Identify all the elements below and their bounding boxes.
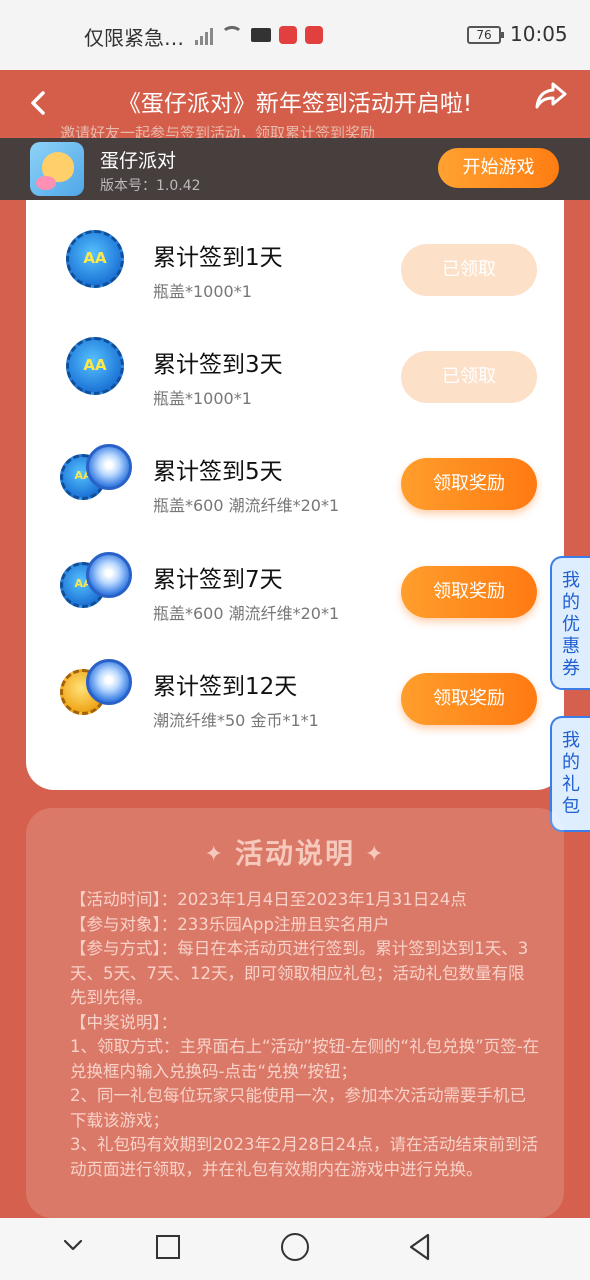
tab-char: 包 (562, 796, 580, 817)
description-line: 【参与对象】：233乐园App注册且实名用户 (70, 914, 390, 934)
tab-char: 券 (562, 658, 580, 679)
claimed-button[interactable]: 已领取 (401, 351, 537, 403)
app-version: 版本号：1.0.42 (100, 178, 201, 194)
description-body: 【活动时间】：2023年1月4日至2023年1月31日24点 【参与对象】：23… (70, 888, 540, 1182)
bottle-cap-and-fiber-icon: AA (60, 550, 132, 614)
claim-reward-button[interactable]: 领取奖励 (401, 673, 537, 725)
description-line: 【参与方式】：每日在本活动页进行签到。累计签到达到1天、3天、5天、7天、12天… (70, 939, 529, 1007)
reward-desc: 瓶盖*600 潮流纤维*20*1 (153, 604, 340, 623)
reward-card: AA 累计签到1天 瓶盖*1000*1 已领取 AA 累计签到3天 瓶盖*100… (26, 200, 564, 790)
battery-indicator: 76 (467, 26, 504, 44)
share-icon[interactable] (534, 80, 568, 110)
tab-char: 礼 (562, 774, 580, 795)
description-heading: ✦ 活动说明 ✦ (204, 837, 386, 870)
home-circle-icon[interactable] (281, 1233, 309, 1261)
reward-row-day12: 累计签到12天 潮流纤维*50 金币*1*1 领取奖励 (26, 637, 564, 737)
hint-text: 邀请好友一起参与签到活动，领取累计签到奖励 (60, 124, 376, 138)
status-notice: 仅限紧急… (84, 26, 184, 50)
reward-row-day3: AA 累计签到3天 瓶盖*1000*1 已领取 (26, 315, 564, 415)
camera-icon (251, 28, 271, 42)
reward-desc: 瓶盖*600 潮流纤维*20*1 (153, 496, 340, 515)
tab-char: 的 (562, 592, 580, 613)
reward-row-day7: AA 累计签到7天 瓶盖*600 潮流纤维*20*1 领取奖励 (26, 530, 564, 630)
claim-reward-button[interactable]: 领取奖励 (401, 566, 537, 618)
coin-and-fiber-icon (60, 657, 132, 721)
start-game-button[interactable]: 开始游戏 (438, 148, 559, 188)
tab-char: 我 (562, 730, 580, 751)
recent-apps-square-icon[interactable] (156, 1235, 180, 1259)
reward-desc: 瓶盖*1000*1 (153, 389, 252, 408)
description-line: 【活动时间】：2023年1月4日至2023年1月31日24点 (70, 890, 467, 909)
back-triangle-icon[interactable] (406, 1232, 434, 1262)
reward-title: 累计签到5天 (153, 459, 283, 485)
description-line: 2、同一礼包每位玩家只能使用一次，参加本次活动需要手机已下载该游戏； (70, 1086, 526, 1130)
status-icons (195, 22, 323, 48)
app-name: 蛋仔派对 (100, 150, 177, 172)
reward-desc: 潮流纤维*50 金币*1*1 (153, 711, 319, 730)
description-line: 【中奖说明】： (70, 1012, 178, 1032)
notification-app-icon (279, 26, 297, 44)
page-title: 《蛋仔派对》新年签到活动开启啦! (117, 91, 473, 117)
description-line: 1、领取方式：主界面右上“活动”按钮-左侧的“礼包兑换”页签-在兑换框内输入兑换… (70, 1037, 540, 1081)
claimed-button[interactable]: 已领取 (401, 244, 537, 296)
description-line: 3、礼包码有效期到2023年2月28日24点，请在活动结束前到活动页面进行领取，… (70, 1135, 538, 1179)
reward-desc: 瓶盖*1000*1 (153, 282, 252, 301)
sparkle-icon: ✦ (204, 842, 225, 867)
bottle-cap-icon: AA (60, 335, 132, 399)
sparkle-icon: ✦ (365, 842, 386, 867)
game-app-icon[interactable] (30, 142, 84, 196)
wifi-icon (221, 26, 243, 44)
tab-char: 的 (562, 752, 580, 773)
chevron-down-icon[interactable] (62, 1234, 84, 1256)
status-bar: 仅限紧急… 76 10:05 (0, 0, 590, 70)
my-coupons-tab[interactable]: 我 的 优 惠 券 (550, 556, 590, 690)
tab-char: 优 (562, 614, 580, 635)
signal-icon (195, 25, 213, 45)
claim-reward-button[interactable]: 领取奖励 (401, 458, 537, 510)
reward-title: 累计签到7天 (153, 567, 283, 593)
notification-app-icon-2 (305, 26, 323, 44)
reward-title: 累计签到1天 (153, 245, 283, 271)
reward-row-day1: AA 累计签到1天 瓶盖*1000*1 已领取 (26, 208, 564, 308)
reward-title: 累计签到3天 (153, 352, 283, 378)
reward-row-day5: AA 累计签到5天 瓶盖*600 潮流纤维*20*1 领取奖励 (26, 422, 564, 522)
reward-title: 累计签到12天 (153, 674, 298, 700)
bottle-cap-icon: AA (60, 228, 132, 292)
tab-char: 我 (562, 570, 580, 591)
tab-char: 惠 (562, 636, 580, 657)
bottle-cap-and-fiber-icon: AA (60, 442, 132, 506)
status-time: 10:05 (510, 22, 568, 46)
